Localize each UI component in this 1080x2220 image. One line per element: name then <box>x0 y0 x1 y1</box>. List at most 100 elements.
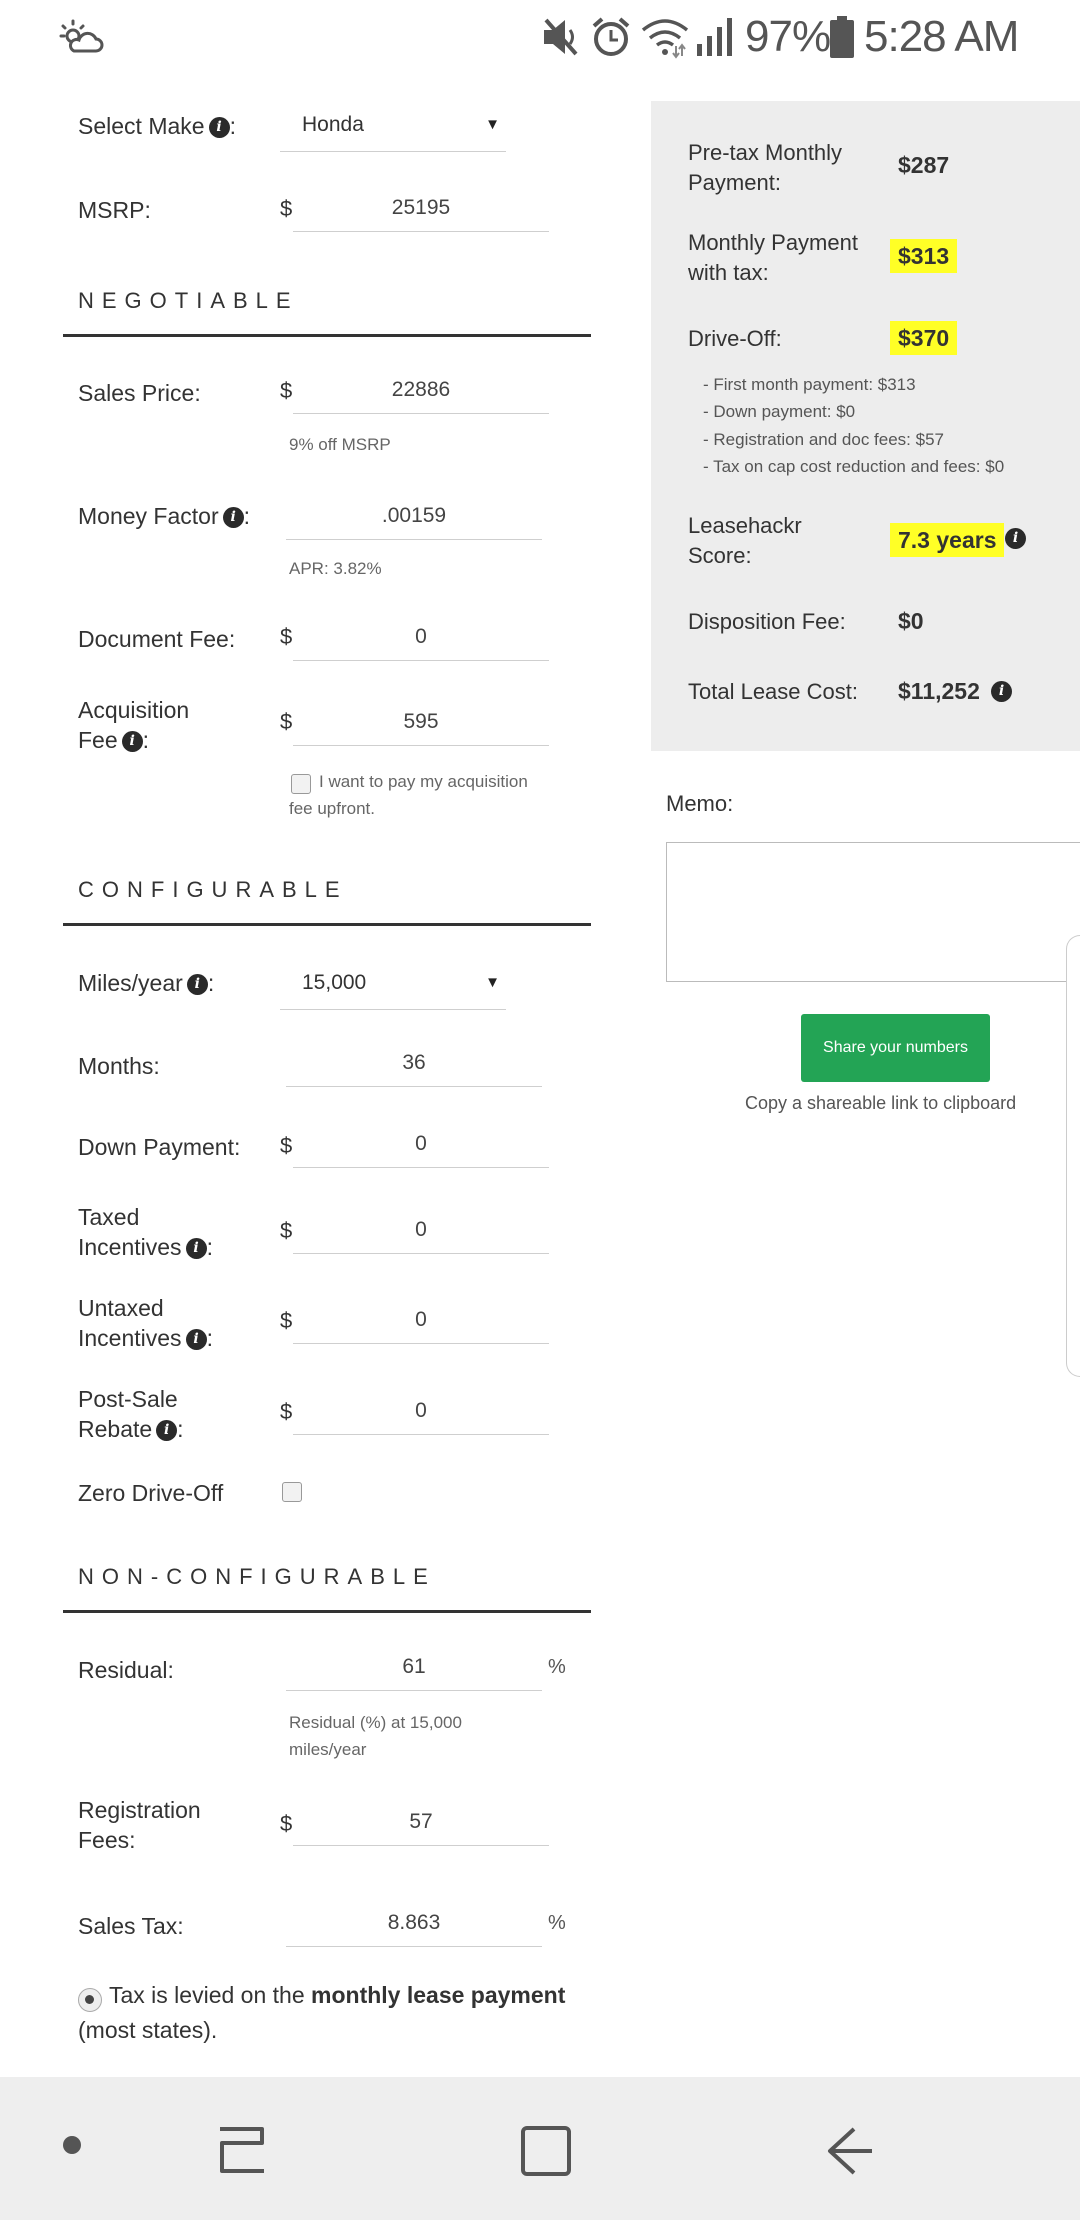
percent-unit: % <box>548 1912 566 1934</box>
wifi-icon <box>641 19 689 59</box>
clock: 5:28 AM <box>864 12 1019 61</box>
months-label: Months: <box>78 1053 160 1079</box>
drive-off-value: $370 <box>890 321 958 355</box>
share-hint: Copy a shareable link to clipboard <box>745 1093 1017 1113</box>
sales-tax-label: Sales Tax: <box>78 1913 184 1939</box>
drive-off-breakdown-item: - First month payment: $313 <box>703 375 916 394</box>
pay-acquisition-upfront-label: I want to pay my acquisition <box>319 772 528 791</box>
currency-symbol: $ <box>280 1133 293 1158</box>
info-icon[interactable]: i <box>991 681 1012 702</box>
miles-year-select[interactable]: 15,000 ▼ <box>280 960 506 1010</box>
acquisition-fee-label: Acquisition Fee i: <box>78 697 190 753</box>
leasehackr-score-value: 7.3 years <box>890 523 1005 557</box>
leasehackr-score-label: Leasehackr Score: <box>688 513 802 568</box>
section-title-configurable: CONFIGURABLE <box>78 877 348 902</box>
recents-icon[interactable] <box>216 2125 268 2175</box>
make-select[interactable]: Honda ▼ <box>280 102 506 152</box>
registration-fees-input[interactable]: 57 <box>293 1802 549 1846</box>
info-icon[interactable]: i <box>208 117 230 139</box>
home-icon[interactable] <box>520 2125 572 2177</box>
untaxed-incentives-label: Untaxed Incentives i: <box>78 1295 213 1351</box>
info-icon[interactable]: i <box>185 1329 207 1351</box>
disposition-fee-value: $0 <box>898 608 924 634</box>
status-bar: 97% 5:28 AM <box>0 0 1080 76</box>
untaxed-incentives-input[interactable]: 0 <box>293 1300 549 1344</box>
post-sale-rebate-input[interactable]: 0 <box>293 1391 549 1435</box>
currency-symbol: $ <box>280 1811 293 1836</box>
money-factor-label: Money Factor i: <box>78 503 250 529</box>
percent-unit: % <box>548 1656 566 1678</box>
alarm-icon <box>592 17 630 56</box>
money-factor-input[interactable]: .00159 <box>286 496 542 540</box>
section-divider <box>63 1610 591 1613</box>
monthly-with-tax-value: $313 <box>890 239 958 273</box>
memo-textarea[interactable] <box>666 842 1080 982</box>
info-icon[interactable]: i <box>1005 528 1026 549</box>
section-title-negotiable: NEGOTIABLE <box>78 288 299 313</box>
section-divider <box>63 923 591 926</box>
caret-down-icon: ▼ <box>485 116 500 133</box>
section-title-non-configurable: NON-CONFIGURABLE <box>78 1564 436 1589</box>
pretax-monthly-value: $287 <box>898 152 950 178</box>
navigation-bar <box>0 2077 1080 2220</box>
taxed-incentives-label: Taxed Incentives i: <box>78 1204 213 1260</box>
sales-price-input[interactable]: 22886 <box>293 370 549 414</box>
registration-fees-label: Registration Fees: <box>78 1797 201 1853</box>
sales-tax-input[interactable]: 8.863 <box>286 1903 542 1947</box>
pretax-monthly-label: Pre-tax Monthly Payment: <box>688 140 843 195</box>
zero-drive-off-label: Zero Drive-Off <box>78 1480 224 1506</box>
zero-drive-off-checkbox[interactable] <box>282 1482 302 1502</box>
pay-acquisition-upfront-checkbox[interactable] <box>291 774 311 794</box>
currency-symbol: $ <box>280 624 293 649</box>
drive-off-breakdown-item: - Registration and doc fees: $57 <box>703 430 944 449</box>
currency-symbol: $ <box>280 1399 293 1424</box>
info-icon[interactable]: i <box>121 731 143 753</box>
down-payment-input[interactable]: 0 <box>293 1124 549 1168</box>
months-input[interactable]: 36 <box>286 1043 542 1087</box>
sales-price-hint: 9% off MSRP <box>289 435 391 454</box>
document-fee-input[interactable]: 0 <box>293 617 549 661</box>
weather-icon <box>59 19 104 53</box>
miles-year-label: Miles/year i: <box>78 970 215 996</box>
disposition-fee-label: Disposition Fee: <box>688 609 846 634</box>
residual-label: Residual: <box>78 1657 174 1683</box>
acquisition-fee-input[interactable]: 595 <box>293 702 549 746</box>
section-divider <box>63 334 591 337</box>
down-payment-label: Down Payment: <box>78 1134 241 1160</box>
drive-off-label: Drive-Off: <box>688 326 782 351</box>
info-icon[interactable]: i <box>222 507 244 529</box>
monthly-with-tax-label: Monthly Payment with tax: <box>688 230 858 285</box>
residual-input[interactable]: 61 <box>286 1647 542 1691</box>
currency-symbol: $ <box>280 378 293 403</box>
currency-symbol: $ <box>280 709 293 734</box>
pay-acquisition-upfront-label-line2: fee upfront. <box>289 799 376 818</box>
memo-label: Memo: <box>666 791 734 816</box>
residual-hint: Residual (%) at 15,000 <box>289 1713 462 1732</box>
back-icon[interactable] <box>824 2125 876 2177</box>
drive-off-breakdown-item: - Tax on cap cost reduction and fees: $0 <box>703 457 1005 476</box>
msrp-label: MSRP: <box>78 197 151 223</box>
currency-symbol: $ <box>280 1218 293 1243</box>
currency-symbol: $ <box>280 1308 293 1333</box>
battery-icon <box>830 16 854 58</box>
caret-down-icon: ▼ <box>485 974 500 991</box>
info-icon[interactable]: i <box>185 1238 207 1260</box>
msrp-input[interactable]: 25195 <box>293 188 549 232</box>
total-lease-cost-value: $11,252 <box>898 678 980 704</box>
dot-icon[interactable] <box>62 2135 82 2155</box>
apr-hint: APR: 3.82% <box>289 559 382 578</box>
battery-percent: 97% <box>745 12 831 61</box>
document-fee-label: Document Fee: <box>78 626 236 652</box>
info-icon[interactable]: i <box>186 974 208 996</box>
make-label: Select Make i: <box>78 113 236 139</box>
share-numbers-button[interactable]: Share your numbers <box>801 1014 990 1082</box>
side-panel-handle[interactable] <box>1066 935 1080 1377</box>
residual-hint-line2: miles/year <box>289 1740 367 1759</box>
signal-icon <box>697 18 732 56</box>
total-lease-cost-label: Total Lease Cost: <box>688 679 858 704</box>
taxed-incentives-input[interactable]: 0 <box>293 1210 549 1254</box>
mute-icon <box>544 18 578 56</box>
drive-off-breakdown-item: - Down payment: $0 <box>703 402 856 421</box>
tax-option-label: Tax is levied on the monthly lease payme… <box>78 1982 566 2043</box>
info-icon[interactable]: i <box>156 1420 178 1442</box>
